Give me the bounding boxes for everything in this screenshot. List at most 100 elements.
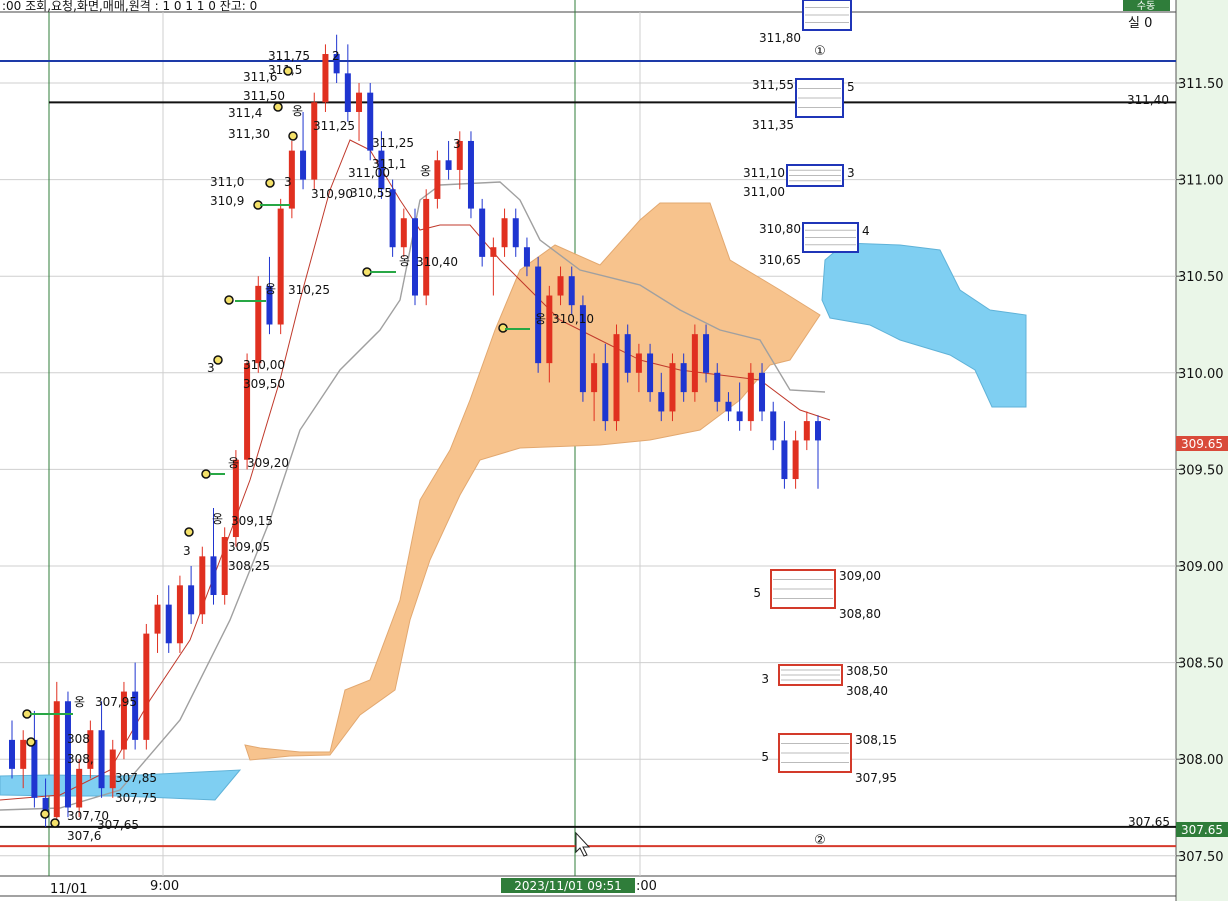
candle-body — [759, 372, 766, 412]
order-qty: 3 — [847, 166, 855, 180]
chart-annotation: 3 — [453, 137, 461, 151]
chart-price-label: 311,00 — [348, 166, 390, 180]
candle-body — [635, 353, 642, 373]
order-top-price: 308,15 — [855, 733, 897, 747]
order-bottom-price: 307,95 — [855, 771, 897, 785]
order-bottom-price: 308,40 — [846, 684, 888, 698]
order-top-price: 309,00 — [839, 569, 881, 583]
candle-body — [658, 392, 665, 412]
candle-body — [154, 604, 161, 634]
x-label-right: :00 — [636, 879, 657, 894]
signal-dot — [224, 295, 234, 305]
chart-annotation: 3 — [207, 361, 215, 375]
crosshair-time: 2023/11/01 09:51 — [514, 879, 622, 893]
y-tick-label: 310.00 — [1178, 367, 1224, 382]
candle-body — [322, 54, 329, 103]
candle-body — [568, 276, 575, 306]
chart-price-label: 310,90 — [311, 187, 353, 201]
order-qty: 5 — [753, 586, 761, 600]
candle-body — [53, 701, 60, 818]
y-tick-label: 308.50 — [1178, 657, 1224, 672]
candle-body — [98, 730, 105, 789]
candle-body — [591, 363, 598, 393]
chart-price-label: 310,25 — [288, 283, 330, 297]
order-qty: 3 — [761, 672, 769, 686]
candle-body — [815, 421, 821, 441]
candle-body — [9, 739, 15, 769]
chart-annotation: 옹 — [399, 254, 410, 268]
candle-body — [445, 160, 452, 170]
order-top-price: 310,80 — [759, 222, 801, 236]
chart-price-label: 311,0 — [210, 175, 244, 189]
signal-dot — [265, 178, 275, 188]
chart-price-label: 309,20 — [247, 456, 289, 470]
chart-annotation: 3 — [183, 544, 191, 558]
status-text: 실 0 — [1128, 16, 1152, 31]
chart-price-label: 307,75 — [115, 791, 157, 805]
chart-annotation: 옹 — [212, 512, 223, 526]
y-tick-label: 311.50 — [1178, 77, 1224, 92]
signal-dot — [50, 818, 60, 828]
candle-body — [624, 334, 631, 373]
chart-annotation: 옹 — [265, 282, 276, 296]
candle-body — [736, 411, 743, 422]
candle-body — [210, 556, 217, 595]
candle-body — [613, 334, 620, 422]
y-tick-label: 311.00 — [1178, 174, 1224, 189]
trading-chart[interactable]: 311,80311,55311,355311,10311,003310,8031… — [0, 0, 1228, 901]
order-qty: 5 — [761, 750, 769, 764]
chart-price-label: 308, — [67, 752, 94, 766]
chart-price-label: 311,4 — [228, 106, 262, 120]
chart-annotation: 옹 — [420, 164, 431, 178]
candle-body — [356, 92, 363, 112]
chart-price-label: 307,95 — [95, 695, 137, 709]
cloud-bullish — [244, 202, 821, 761]
candle-body — [703, 334, 710, 373]
chart-price-label: 307,6 — [67, 829, 101, 843]
chart-price-label: 308 — [67, 732, 90, 746]
candle-body — [557, 276, 564, 296]
candle-body — [31, 739, 38, 798]
candle-body — [300, 150, 307, 180]
candle-body — [221, 537, 228, 595]
signal-dot — [201, 469, 211, 479]
chart-annotation: 옹 — [74, 695, 85, 709]
horizontal-lines[interactable] — [0, 60, 1176, 848]
candle-body — [400, 218, 407, 248]
chart-price-label: 309,50 — [243, 377, 285, 391]
candle-body — [523, 247, 530, 267]
candle-body — [512, 218, 519, 248]
candle-body — [344, 73, 351, 112]
y-tick-label: 309.50 — [1178, 463, 1224, 478]
chart-price-label: 311,50 — [243, 89, 285, 103]
candle-body — [669, 363, 676, 412]
candle-body — [255, 285, 262, 364]
candle-body — [143, 633, 150, 740]
chart-price-label: 311,75 — [268, 49, 310, 63]
x-label-900: 9:00 — [150, 879, 179, 894]
candle-body — [680, 363, 687, 393]
candle-body — [725, 401, 732, 412]
mode-badge[interactable]: 수동 — [1137, 0, 1155, 12]
order-boxes[interactable]: 311,80 311,55 311,35 5 311,10 311,00 3 310,80 31… — [743, 0, 897, 785]
candle-body — [747, 372, 754, 422]
signal-dot — [26, 737, 36, 747]
chart-annotation: 옹 — [535, 312, 546, 326]
candle-body — [501, 218, 508, 248]
signal-dot — [184, 527, 194, 537]
candle-body — [20, 739, 27, 769]
current-price-tag: 309.65 — [1181, 437, 1223, 451]
chart-price-label: 310,40 — [416, 255, 458, 269]
chart-annotation: 옹 — [228, 456, 239, 470]
cloud-bearish — [821, 242, 1027, 408]
signal-dot — [40, 809, 50, 819]
y-tick-label: 310.50 — [1178, 270, 1224, 285]
signal-dot — [22, 709, 32, 719]
order-bottom-price: 311,35 — [752, 118, 794, 132]
chart-price-label: 311,30 — [228, 127, 270, 141]
candle-body — [277, 208, 284, 325]
order-bottom-price: 310,65 — [759, 253, 801, 267]
hline-label-bottom: 307,65 — [1128, 815, 1170, 829]
order-top-price: 308,50 — [846, 664, 888, 678]
chart-annotation: 3 — [284, 175, 292, 189]
